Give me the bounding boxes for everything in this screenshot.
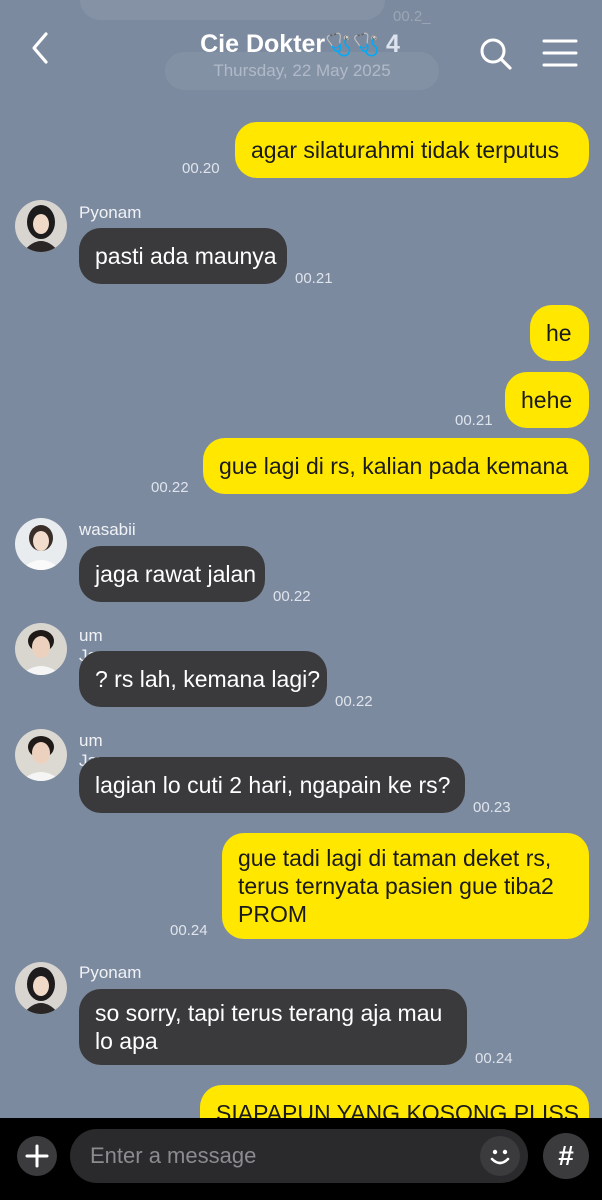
message-text: ? rs lah, kemana lagi? bbox=[95, 666, 321, 692]
plus-icon bbox=[25, 1144, 49, 1168]
message-text: gue lagi di rs, kalian pada kemana bbox=[219, 453, 569, 479]
message-text: agar silaturahmi tidak terputus bbox=[251, 137, 560, 163]
message-text: lagian lo cuti 2 hari, ngapain ke rs? bbox=[95, 772, 451, 798]
message-bubble[interactable]: agar silaturahmi tidak terputus bbox=[235, 122, 589, 178]
previous-message-time: 00.2_ bbox=[393, 8, 431, 25]
message-time: 00.21 bbox=[455, 412, 493, 429]
avatar-photo bbox=[15, 729, 67, 781]
message-time: 00.22 bbox=[335, 693, 373, 710]
message-bubble[interactable]: hehe bbox=[505, 372, 589, 428]
sender-name: wasabii bbox=[79, 520, 136, 539]
message-bubble[interactable]: jaga rawat jalan bbox=[79, 546, 265, 602]
avatar-photo bbox=[15, 623, 67, 675]
avatar-photo bbox=[15, 962, 67, 1014]
search-icon bbox=[480, 38, 512, 70]
hashtag-button[interactable]: # bbox=[543, 1133, 589, 1179]
avatar-photo bbox=[15, 200, 67, 252]
back-button[interactable] bbox=[22, 28, 62, 68]
previous-message-bubble bbox=[80, 0, 385, 20]
sender-name: Pyonam bbox=[79, 203, 142, 222]
message-text: so sorry, tapi terus terang aja mau lo a… bbox=[95, 1000, 443, 1054]
message-time: 00.20 bbox=[182, 160, 220, 177]
avatar[interactable] bbox=[15, 518, 67, 570]
message-time: 00.22 bbox=[151, 479, 189, 496]
avatar[interactable] bbox=[15, 962, 67, 1014]
chat-title-text: Cie Dokter bbox=[200, 30, 326, 58]
message-text: pasti ada maunya bbox=[95, 243, 277, 269]
hamburger-menu-icon bbox=[542, 39, 578, 67]
smiley-icon bbox=[490, 1149, 510, 1165]
message-text: hehe bbox=[521, 387, 573, 413]
message-bubble[interactable]: ? rs lah, kemana lagi? bbox=[79, 651, 327, 707]
message-time: 00.24 bbox=[475, 1050, 513, 1067]
avatar[interactable] bbox=[15, 729, 67, 781]
date-divider-text: Thursday, 22 May 2025 bbox=[213, 61, 391, 80]
message-text: he bbox=[546, 320, 572, 346]
message-bubble[interactable]: gue tadi lagi di taman deket rs, terus t… bbox=[222, 833, 589, 939]
emoji-button[interactable] bbox=[480, 1136, 520, 1176]
message-input[interactable] bbox=[70, 1129, 528, 1183]
message-bubble[interactable]: lagian lo cuti 2 hari, ngapain ke rs? bbox=[79, 757, 465, 813]
chat-title[interactable]: Cie Dokter🩺🩺 4 bbox=[150, 30, 450, 59]
message-time: 00.21 bbox=[295, 270, 333, 287]
chat-header: 00.2_ Thursday, 22 May 2025 Cie Dokter🩺🩺… bbox=[0, 0, 602, 100]
attach-button[interactable] bbox=[17, 1136, 57, 1176]
search-button[interactable] bbox=[476, 34, 516, 74]
sender-name: Pyonam bbox=[79, 963, 142, 982]
message-text: gue tadi lagi di taman deket rs, terus t… bbox=[238, 845, 554, 927]
message-bubble[interactable]: pasti ada maunya bbox=[79, 228, 287, 284]
message-time: 00.23 bbox=[473, 799, 511, 816]
message-bubble[interactable]: he bbox=[530, 305, 589, 361]
member-count: 4 bbox=[385, 30, 400, 58]
message-time: 00.24 bbox=[170, 922, 208, 939]
avatar[interactable] bbox=[15, 200, 67, 252]
message-bubble[interactable]: gue lagi di rs, kalian pada kemana bbox=[203, 438, 589, 494]
message-bubble[interactable]: so sorry, tapi terus terang aja mau lo a… bbox=[79, 989, 467, 1065]
message-text: jaga rawat jalan bbox=[95, 561, 257, 587]
chevron-left-icon bbox=[32, 32, 48, 64]
menu-button[interactable] bbox=[540, 36, 580, 70]
avatar[interactable] bbox=[15, 623, 67, 675]
stethoscope-icon: 🩺🩺 bbox=[325, 32, 380, 57]
message-time: 00.22 bbox=[273, 588, 311, 605]
avatar-photo bbox=[15, 518, 67, 570]
